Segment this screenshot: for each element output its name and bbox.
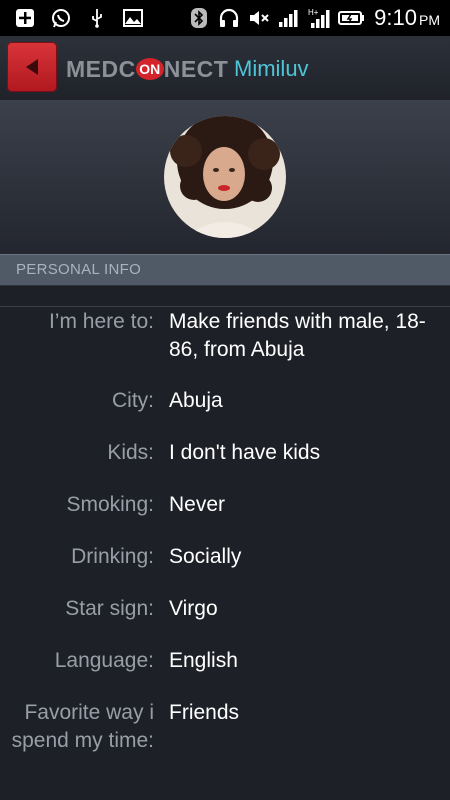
hplus-signal-icon: H+	[308, 7, 330, 29]
back-arrow-icon	[26, 59, 38, 75]
plus-box-icon	[14, 7, 36, 29]
back-button[interactable]	[7, 42, 57, 92]
profile-username: Mimiluv	[234, 56, 309, 81]
info-value: Make friends with male, 18-86, from Abuj…	[169, 310, 426, 361]
info-label: Favorite way i spend my time:	[11, 701, 154, 752]
profile-header	[0, 101, 450, 254]
info-label: City:	[112, 389, 154, 412]
status-bar: H+ 9:10 PM	[0, 0, 450, 36]
headphones-icon	[218, 7, 240, 29]
section-title: PERSONAL INFO	[16, 261, 142, 278]
whatsapp-icon	[50, 7, 72, 29]
info-label: I’m here to:	[48, 310, 154, 333]
info-value: Socially	[169, 545, 242, 568]
svg-text:H+: H+	[308, 8, 319, 17]
image-icon	[122, 7, 144, 29]
battery-icon	[338, 7, 366, 29]
info-value: I don't have kids	[169, 441, 321, 464]
info-value: Friends	[169, 701, 240, 724]
signal-icon	[278, 7, 300, 29]
info-label: Smoking:	[66, 493, 154, 516]
info-label: Drinking:	[71, 545, 154, 568]
info-label: Kids:	[107, 441, 154, 464]
avatar[interactable]	[164, 116, 286, 238]
mute-icon	[248, 7, 270, 29]
info-label: Star sign:	[65, 597, 154, 620]
info-value: Virgo	[169, 597, 218, 620]
info-value: Never	[169, 493, 226, 516]
info-label: Language:	[54, 649, 154, 672]
info-value: Abuja	[169, 389, 223, 412]
app-header: MEDC ON NECT Mimiluv	[0, 36, 450, 101]
divider	[0, 306, 450, 307]
usb-icon	[86, 7, 108, 29]
bluetooth-icon	[188, 7, 210, 29]
info-value: English	[169, 649, 238, 672]
medconnect-logo: MEDC ON NECT	[66, 55, 229, 82]
section-header: PERSONAL INFO	[0, 254, 450, 286]
clock: 9:10 PM	[374, 5, 440, 30]
